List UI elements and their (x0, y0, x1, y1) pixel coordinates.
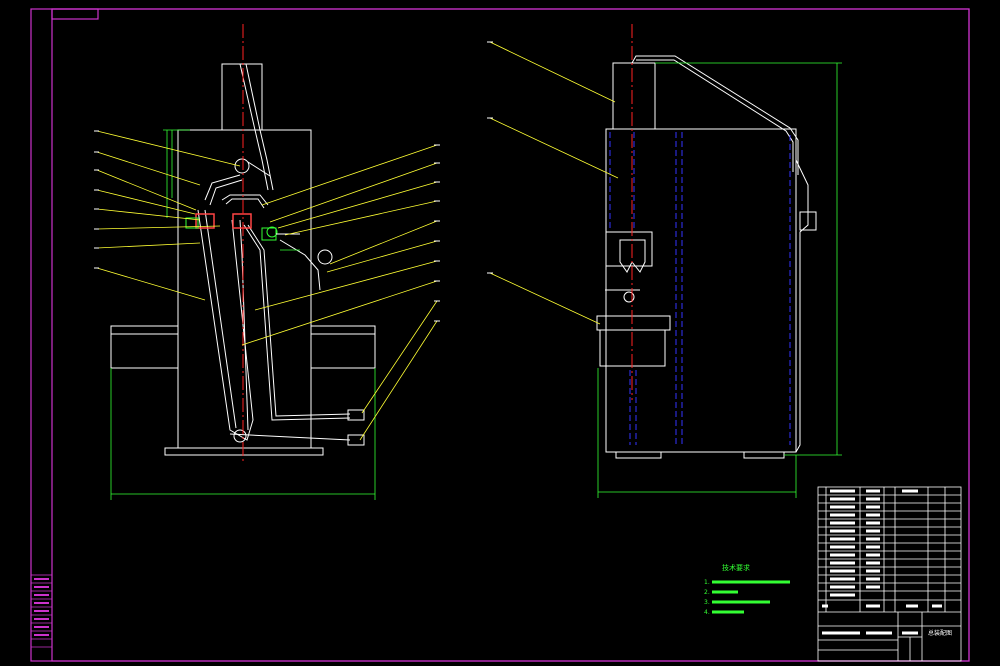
side-cylinder-top (612, 62, 656, 130)
front-leader-tags-left (94, 130, 99, 269)
base-plate (164, 447, 324, 456)
sheet-frame (30, 8, 970, 662)
side-leader-tags (487, 41, 493, 274)
front-leaders-right (241, 144, 438, 441)
right-side-table (310, 325, 376, 369)
outer-border (30, 8, 970, 662)
front-leaders-left (96, 130, 241, 301)
front-leader-tags-right (434, 144, 440, 322)
main-body (177, 129, 312, 449)
side-leaders (489, 41, 619, 325)
corner-tag-box (51, 8, 99, 20)
note-item-3: 3. (704, 599, 710, 606)
technical-notes: 技术要求 1. 2. 3. 4. (704, 563, 790, 616)
side-dimensions (597, 62, 842, 498)
cad-drawing-canvas: 技术要求 1. 2. 3. 4. 总装配图 (30, 8, 970, 662)
pressure-gauge-side (317, 249, 333, 265)
side-hidden-lines (609, 132, 791, 445)
drawing-name: 总装配图 (928, 629, 952, 637)
valve-lower (347, 434, 365, 446)
left-strip-table (30, 574, 53, 662)
note-item-2: 2. (704, 589, 710, 596)
valve-upper (347, 409, 365, 421)
notes-title: 技术要求 (722, 563, 750, 572)
side-worktable (596, 315, 671, 331)
left-side-table (110, 325, 179, 369)
note-item-4: 4. (704, 609, 710, 616)
note-item-1: 1. (704, 579, 710, 586)
pressure-gauge-top (234, 158, 250, 174)
